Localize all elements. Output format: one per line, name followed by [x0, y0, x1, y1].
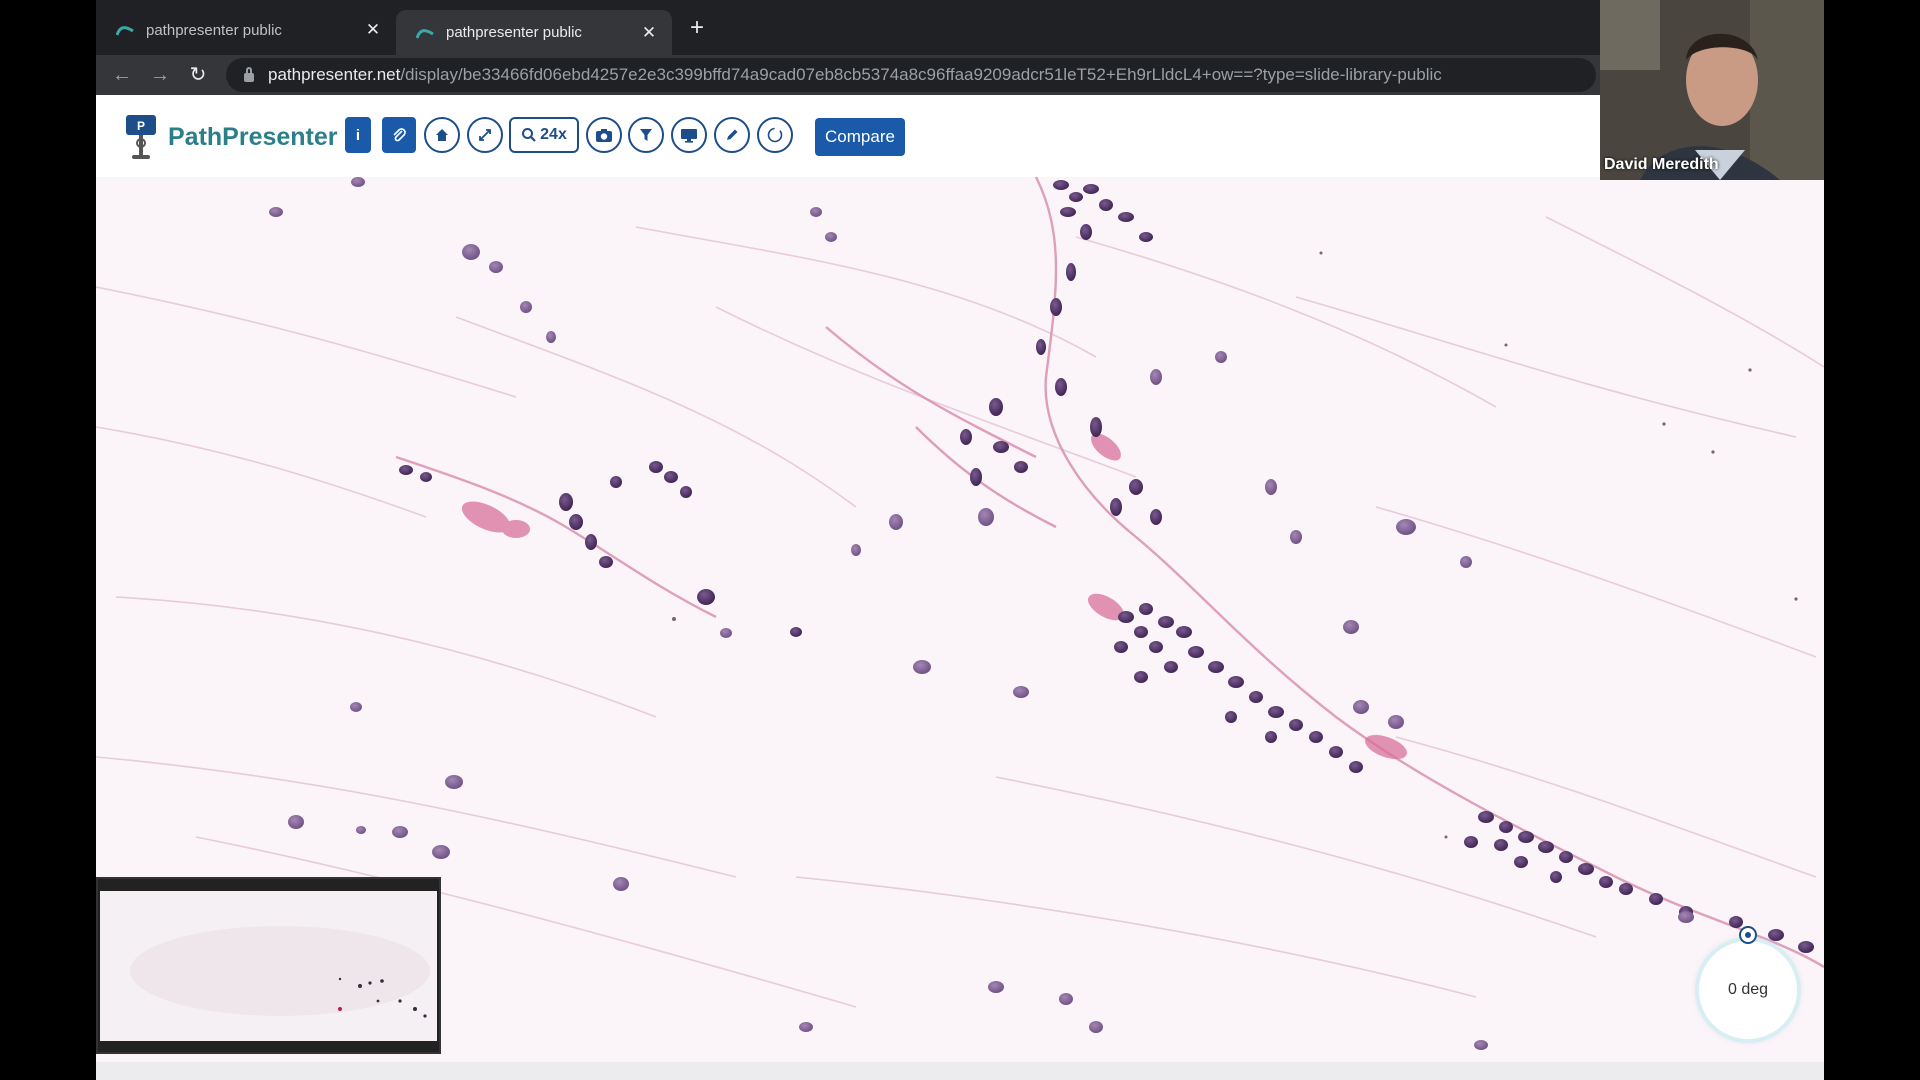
url-text: pathpresenter.net/display/be33466fd06ebd… — [268, 65, 1442, 84]
browser-tab-2[interactable]: pathpresenter public ✕ — [396, 10, 672, 55]
close-tab-icon[interactable]: ✕ — [638, 23, 660, 43]
info-button[interactable]: i — [345, 117, 371, 153]
favicon-icon — [416, 28, 434, 39]
zoom-icon — [522, 128, 536, 142]
new-tab-button[interactable]: + — [690, 14, 704, 42]
home-button[interactable] — [424, 117, 460, 153]
info-icon: i — [355, 126, 361, 144]
favicon-icon — [116, 26, 134, 36]
svg-text:P: P — [137, 119, 145, 133]
attachment-button[interactable] — [382, 117, 416, 153]
tab-title: pathpresenter public — [146, 21, 282, 39]
annotate-button[interactable] — [714, 117, 750, 153]
close-tab-icon[interactable]: ✕ — [362, 20, 384, 40]
webcam-video — [1600, 0, 1824, 180]
lock-icon — [244, 66, 254, 82]
rotate-icon — [767, 127, 783, 143]
browser-tab-bar: pathpresenter public ✕ pathpresenter pub… — [96, 0, 1600, 55]
pen-icon — [727, 129, 738, 140]
back-icon[interactable]: ← — [108, 61, 136, 89]
app-logo[interactable]: P PathPresenter — [120, 111, 338, 163]
rotate-button[interactable] — [757, 117, 793, 153]
zoom-button[interactable]: 24x — [509, 117, 579, 153]
reload-icon[interactable]: ↻ — [184, 61, 212, 89]
monitor-icon — [681, 129, 697, 143]
present-button[interactable] — [671, 117, 707, 153]
compare-button[interactable]: Compare — [815, 118, 905, 156]
camera-icon — [596, 129, 612, 142]
paperclip-icon — [393, 128, 406, 142]
browser-tab-1[interactable]: pathpresenter public ✕ — [96, 10, 396, 50]
overview-image — [130, 926, 430, 1018]
webcam-overlay: David Meredith — [1600, 0, 1824, 180]
overview-navigator[interactable] — [96, 877, 441, 1054]
snapshot-button[interactable] — [586, 117, 622, 153]
filter-icon — [640, 129, 652, 141]
overview-thumbnail — [100, 891, 437, 1041]
fullscreen-button[interactable] — [467, 117, 503, 153]
rotation-control[interactable]: 0 deg — [1699, 941, 1797, 1039]
microscope-logo-icon: P — [126, 115, 156, 159]
expand-icon — [479, 129, 491, 141]
forward-icon[interactable]: → — [146, 61, 174, 89]
browser-toolbar: ← → ↻ pathpresenter.net/display/be33466f… — [96, 55, 1600, 95]
home-icon — [436, 129, 448, 141]
address-bar[interactable]: pathpresenter.net/display/be33466fd06ebd… — [226, 58, 1596, 92]
rotation-value: 0 deg — [1727, 981, 1769, 998]
app-header: P PathPresenter i 24x Compare — [96, 95, 1600, 177]
rotation-handle[interactable] — [1739, 926, 1757, 944]
filter-button[interactable] — [628, 117, 664, 153]
logo-text: PathPresenter — [168, 122, 338, 151]
zoom-level: 24x — [540, 126, 567, 143]
viewer-bottom-strip — [96, 1062, 1824, 1080]
tab-title: pathpresenter public — [446, 24, 582, 41]
participant-name: David Meredith — [1604, 156, 1719, 173]
screen: pathpresenter public ✕ pathpresenter pub… — [96, 0, 1824, 1080]
